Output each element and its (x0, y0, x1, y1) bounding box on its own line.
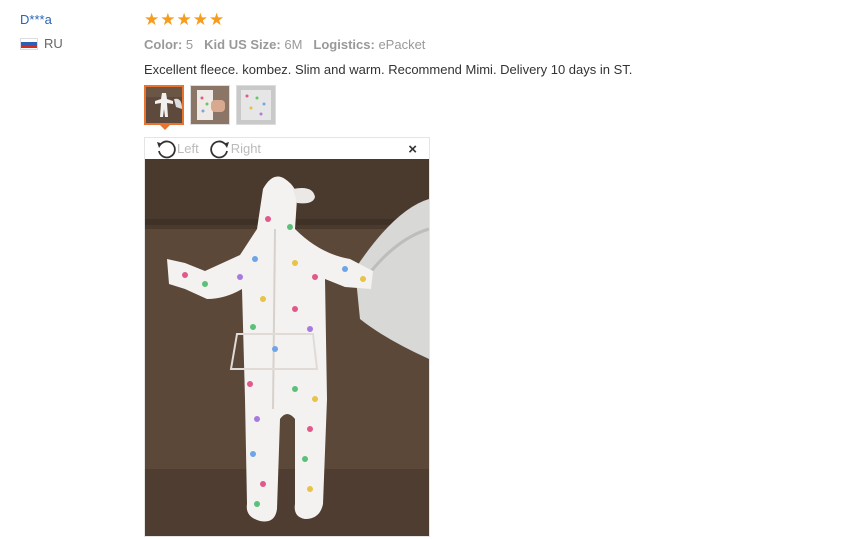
thumbnail-image (237, 86, 275, 124)
star-icon: ★ (160, 10, 176, 29)
review-thumbnails (144, 85, 834, 130)
reviewer-country: RU (20, 36, 63, 51)
attr-value: 6M (284, 37, 303, 52)
reviewer-info: D***a RU (20, 12, 63, 51)
thumbnail-image (191, 86, 229, 124)
review-text: Excellent fleece. kombez. Slim and warm.… (144, 62, 633, 77)
star-icon: ★ (144, 10, 160, 29)
flag-ru-icon (20, 37, 38, 50)
image-viewer: Left Right × (144, 137, 430, 537)
star-icon: ★ (176, 10, 192, 29)
review-thumbnail-1[interactable] (144, 85, 184, 125)
close-icon[interactable]: × (408, 141, 417, 158)
attr-key: Kid US Size: (204, 37, 281, 52)
star-icon: ★ (209, 10, 225, 29)
attr-logistics: Logistics: ePacket (313, 37, 425, 52)
attr-color: Color: 5 (144, 37, 193, 52)
review-thumbnail-2[interactable] (190, 85, 230, 125)
rating-stars: ★ ★ ★ ★ ★ (144, 10, 834, 30)
review-thumbnail-3[interactable] (236, 85, 276, 125)
attr-key: Color: (144, 37, 183, 52)
rotate-left-label: Left (177, 141, 199, 156)
review-photo-image (145, 159, 429, 536)
star-icon: ★ (192, 10, 208, 29)
attr-key: Logistics: (313, 37, 375, 52)
attr-size: Kid US Size: 6M (204, 37, 302, 52)
reviewer-name[interactable]: D***a (20, 12, 63, 27)
rotate-right-icon (210, 140, 229, 158)
thumbnail-image (146, 87, 182, 123)
attr-value: ePacket (378, 37, 426, 52)
review-photo (145, 159, 429, 536)
rotate-right-label: Right (230, 141, 262, 156)
attr-value: 5 (185, 37, 194, 52)
country-code: RU (44, 36, 63, 51)
rotate-right-button[interactable]: Right (209, 139, 261, 159)
review-content: ★ ★ ★ ★ ★ Color: 5 Kid US Size: 6M Logis… (144, 10, 834, 130)
rotate-left-icon (157, 140, 176, 158)
rotate-left-button[interactable]: Left (155, 139, 199, 159)
image-viewer-toolbar: Left Right × (145, 138, 429, 159)
active-thumbnail-caret (160, 125, 170, 130)
order-attributes: Color: 5 Kid US Size: 6M Logistics: ePac… (144, 37, 834, 52)
